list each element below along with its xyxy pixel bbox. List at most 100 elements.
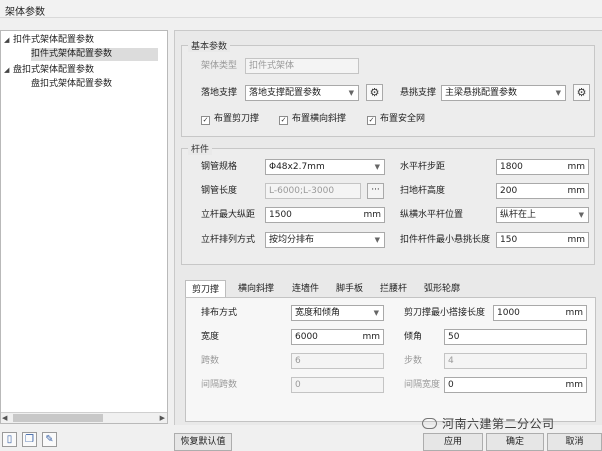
pipe-length-more-button[interactable]: ··· <box>367 183 384 199</box>
cantilever-gear-icon[interactable]: ⚙ <box>573 84 590 101</box>
apply-button[interactable]: 应用 <box>423 433 483 451</box>
scissor-arrange-select[interactable]: 宽度和倾角 ▼ <box>291 305 384 321</box>
config-tree[interactable]: ◢ 扣件式架体配置参数 扣件式架体配置参数 ◢ 盘扣式架体配置参数 盘扣式架体配置参… <box>0 30 168 424</box>
check-icon[interactable]: ✓ <box>201 116 210 125</box>
pipe-spec-label: 钢管规格 <box>201 162 238 172</box>
min-lap-label: 剪刀撑最小搭接长度 <box>404 308 486 318</box>
scissor-arrange-value: 宽度和倾角 <box>295 308 341 318</box>
pipe-spec-select[interactable]: Φ48x2.7mm ▼ <box>265 159 385 175</box>
frame-type-label: 架体类型 <box>201 61 238 71</box>
checkbox-label: 布置剪刀撑 <box>214 114 260 124</box>
min-overhang-label: 扣件杆件最小悬挑长度 <box>400 235 491 245</box>
floor-support-gear-icon[interactable]: ⚙ <box>366 84 383 101</box>
diagonal-brace-checkbox[interactable]: ✓ 布置横向斜撑 <box>279 112 346 126</box>
check-icon[interactable]: ✓ <box>279 116 288 125</box>
min-overhang-input[interactable]: 150 mm <box>496 232 589 248</box>
tree-node-label: 扣件式架体配置参数 <box>31 49 113 59</box>
gap-width-label: 间隔宽度 <box>404 380 441 390</box>
gap-width-input[interactable]: 0 mm <box>444 377 587 393</box>
width-label: 宽度 <box>201 332 220 342</box>
long-position-value: 纵杆在上 <box>500 210 537 220</box>
gap-spans-label: 间隔跨数 <box>201 380 238 390</box>
unit-label: mm <box>362 332 380 342</box>
tree-expand-icon[interactable]: ◢ <box>4 34 13 47</box>
new-document-icon[interactable]: ▯ <box>2 432 17 447</box>
cantilever-select[interactable]: 主梁悬挑配置参数 ▼ <box>441 85 566 101</box>
edit-pencil-icon[interactable]: ✎ <box>42 432 57 447</box>
watermark: 河南六建第二分公司 <box>422 415 555 432</box>
tab-scissor-brace[interactable]: 剪刀撑 <box>185 280 227 298</box>
cancel-button[interactable]: 取消 <box>547 433 602 451</box>
unit-label: mm <box>565 380 583 390</box>
cantilever-value: 主梁悬挑配置参数 <box>445 88 518 98</box>
scissor-brace-checkbox[interactable]: ✓ 布置剪刀撑 <box>201 112 259 126</box>
copy-document-icon[interactable]: ❐ <box>22 432 37 447</box>
group-title: 杆件 <box>188 142 213 155</box>
long-position-select[interactable]: 纵杆在上 ▼ <box>496 207 589 223</box>
floor-support-value: 落地支撑配置参数 <box>249 88 322 98</box>
h-step-input[interactable]: 1800 mm <box>496 159 589 175</box>
tree-toolbar: ▯ ❐ ✎ <box>2 432 62 447</box>
floor-support-select[interactable]: 落地支撑配置参数 ▼ <box>245 85 359 101</box>
chevron-down-icon: ▼ <box>348 89 354 97</box>
tab-wall-tie[interactable]: 连墙件 <box>286 280 325 298</box>
frame-type-field: 扣件式架体 <box>245 58 359 74</box>
min-lap-input[interactable]: 1000 mm <box>493 305 587 321</box>
min-lap-value: 1000 <box>497 308 520 318</box>
tree-horizontal-scrollbar[interactable]: ◀ ▶ <box>1 412 167 423</box>
chevron-down-icon: ▼ <box>374 163 380 171</box>
tab-waist-rail[interactable]: 拦腰杆 <box>374 280 413 298</box>
sweep-height-input[interactable]: 200 mm <box>496 183 589 199</box>
scroll-right-icon[interactable]: ▶ <box>160 414 165 422</box>
ok-button[interactable]: 确定 <box>486 433 544 451</box>
arrange-select[interactable]: 按均分排布 ▼ <box>265 232 385 248</box>
tree-node-fastener-config[interactable]: 扣件式架体配置参数 <box>31 48 159 61</box>
max-span-value: 1500 <box>269 210 292 220</box>
unit-label: mm <box>567 186 585 196</box>
gap-width-value: 0 <box>448 380 454 390</box>
restore-defaults-button[interactable]: 恢复默认值 <box>174 433 232 451</box>
max-span-label: 立杆最大纵距 <box>201 210 256 220</box>
parameter-panel: 基本参数 架体类型 扣件式架体 落地支撑 落地支撑配置参数 ▼ ⚙ 悬挑支撑 主… <box>174 30 602 425</box>
tree-node-disk[interactable]: ◢ 盘扣式架体配置参数 <box>4 64 94 77</box>
tab-diagonal-brace[interactable]: 横向斜撑 <box>232 280 280 298</box>
tree-node-label: 扣件式架体配置参数 <box>13 35 95 45</box>
check-icon[interactable]: ✓ <box>367 116 376 125</box>
arrange-label: 立杆排列方式 <box>201 235 256 245</box>
group-title: 基本参数 <box>188 39 231 52</box>
unit-label: mm <box>363 210 381 220</box>
wechat-icon <box>422 418 437 429</box>
scroll-left-icon[interactable]: ◀ <box>2 414 7 422</box>
h-step-label: 水平杆步距 <box>400 162 446 172</box>
cantilever-label: 悬挑支撑 <box>400 88 437 98</box>
width-value: 6000 <box>295 332 318 342</box>
chevron-down-icon: ▼ <box>373 309 379 317</box>
scroll-thumb[interactable] <box>13 414 103 422</box>
tree-node-disk-config[interactable]: 盘扣式架体配置参数 <box>31 78 112 91</box>
angle-input[interactable]: 50 <box>444 329 587 345</box>
pipe-length-label: 钢管长度 <box>201 186 238 196</box>
tree-node-fastener[interactable]: ◢ 扣件式架体配置参数 <box>4 34 94 47</box>
safety-net-checkbox[interactable]: ✓ 布置安全网 <box>367 112 425 126</box>
scissor-brace-panel: 排布方式 宽度和倾角 ▼ 剪刀撑最小搭接长度 1000 mm 宽度 6000 m… <box>185 297 596 422</box>
checkbox-label: 布置横向斜撑 <box>292 114 347 124</box>
tree-expand-icon[interactable]: ◢ <box>4 64 13 77</box>
spans-label: 跨数 <box>201 356 220 366</box>
floor-support-label: 落地支撑 <box>201 88 238 98</box>
unit-label: mm <box>565 308 583 318</box>
width-input[interactable]: 6000 mm <box>291 329 384 345</box>
chevron-down-icon: ▼ <box>578 211 584 219</box>
tab-scaffold-board[interactable]: 脚手板 <box>330 280 369 298</box>
min-overhang-value: 150 <box>500 235 518 245</box>
chevron-down-icon: ▼ <box>374 236 380 244</box>
max-span-input[interactable]: 1500 mm <box>265 207 385 223</box>
gap-spans-field: 0 <box>291 377 384 393</box>
sweep-height-label: 扫地杆高度 <box>400 186 446 196</box>
watermark-text: 河南六建第二分公司 <box>442 417 555 431</box>
pipe-length-field: L-6000;L-3000 <box>265 183 361 199</box>
scissor-arrange-label: 排布方式 <box>201 308 238 318</box>
tab-arc-contour[interactable]: 弧形轮廓 <box>418 280 466 298</box>
chevron-down-icon: ▼ <box>555 89 561 97</box>
member-params-group: 杆件 钢管规格 Φ48x2.7mm ▼ 水平杆步距 1800 mm 钢管长度 L… <box>181 142 595 265</box>
angle-label: 倾角 <box>404 332 423 342</box>
